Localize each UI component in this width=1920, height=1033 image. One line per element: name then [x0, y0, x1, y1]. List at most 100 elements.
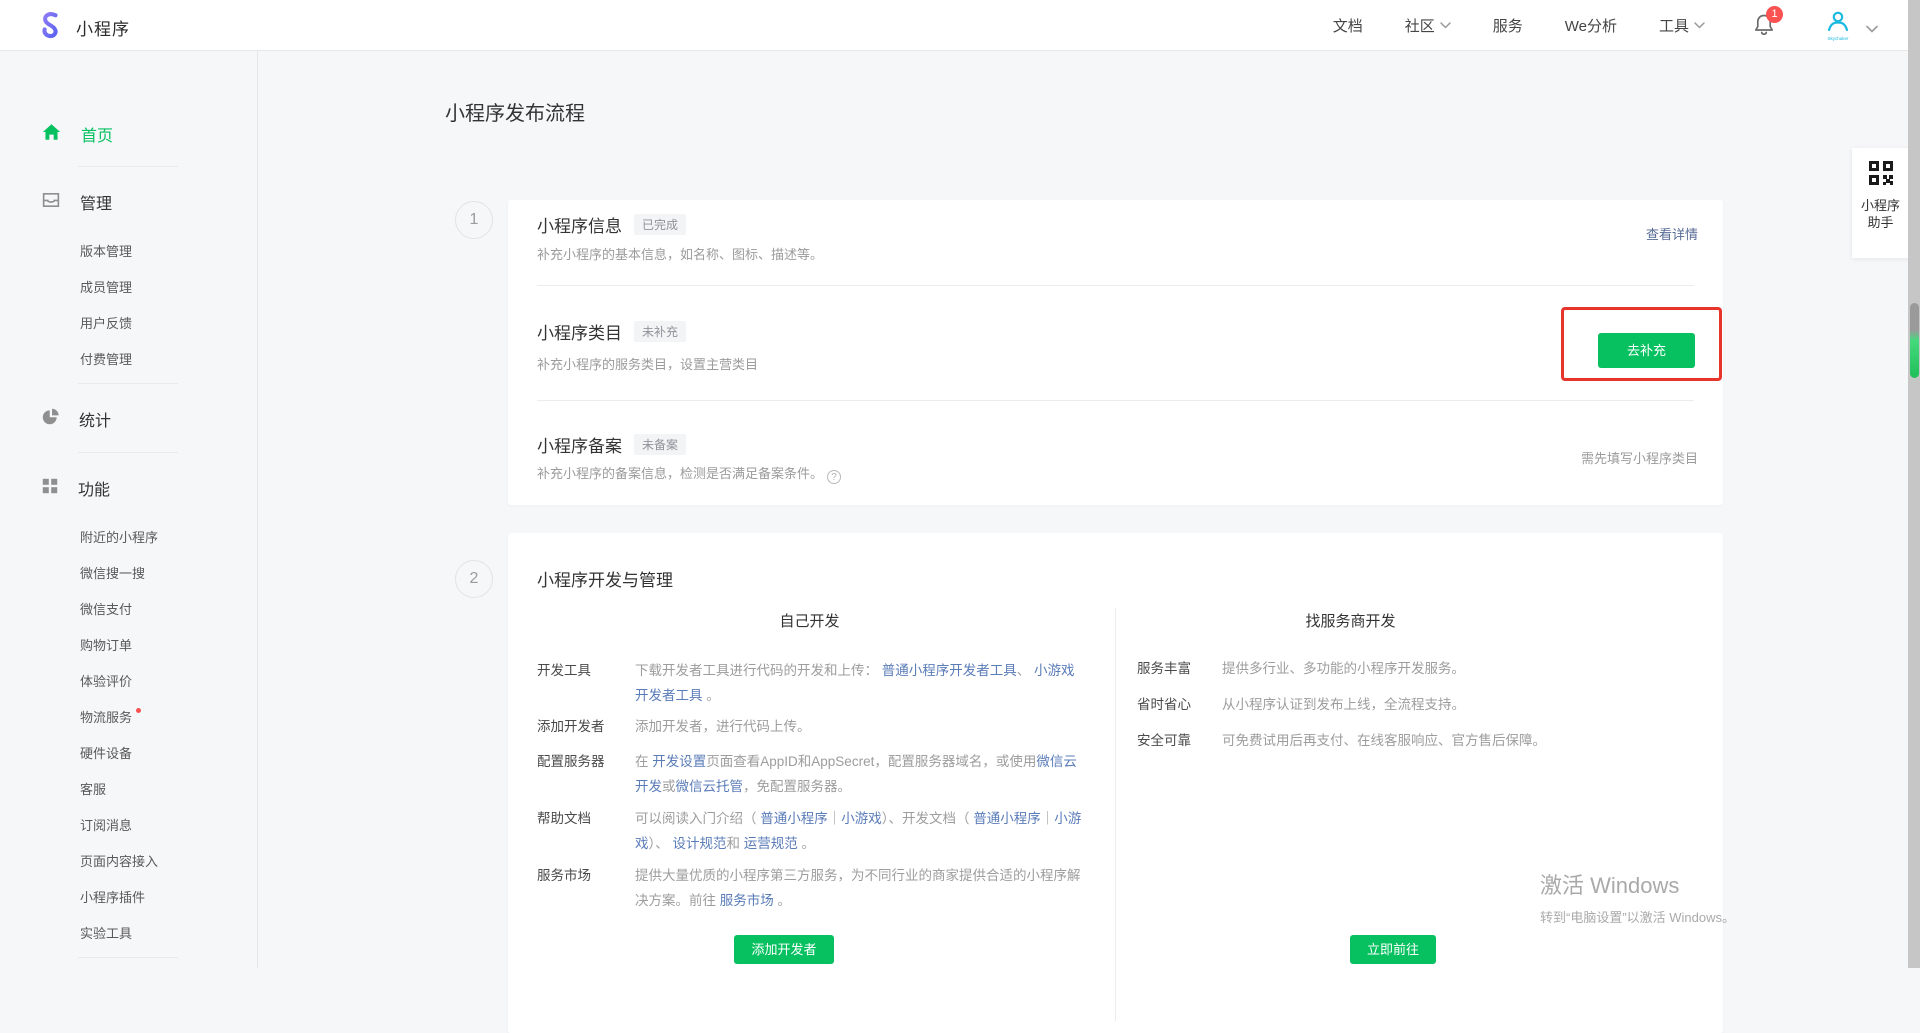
sidebar-item[interactable]: 版本管理 [80, 241, 257, 261]
sidebar-item[interactable]: 购物订单 [80, 635, 257, 655]
sidebar-section-label: 统计 [79, 407, 111, 431]
column-header: 自己开发 [537, 610, 1082, 632]
inline-link[interactable]: 设计规范 [673, 836, 727, 851]
nav-item[interactable]: 文档 [1333, 15, 1363, 36]
column-find-provider: 找服务商开发服务丰富提供多行业、多功能的小程序开发服务。省时省心从小程序认证到发… [1137, 610, 1694, 753]
sidebar-section-header[interactable]: 功能 [42, 475, 257, 501]
supplement-category-button[interactable]: 去补充 [1598, 333, 1695, 368]
sidebar-item[interactable]: 订阅消息 [80, 815, 257, 835]
dev-row-label: 安全可靠 [1137, 728, 1222, 753]
row-title: 小程序类目未补充 [537, 319, 686, 344]
sidebar-section-header[interactable]: 管理 [42, 189, 257, 215]
dev-row: 省时省心从小程序认证到发布上线，全流程支持。 [1137, 692, 1694, 717]
text-segment: ，免配置服务器。 [743, 779, 851, 794]
assistant-label-line2: 助手 [1852, 214, 1909, 231]
step-1-indicator: 1 [455, 201, 493, 239]
sidebar-item[interactable]: 实验工具 [80, 923, 257, 943]
go-now-button[interactable]: 立即前往 [1350, 935, 1436, 964]
dev-row-desc: 可以阅读入门介绍（ 普通小程序｜小游戏）、开发文档（ 普通小程序｜小游戏）、 设… [635, 806, 1082, 856]
text-segment: ｜ [828, 811, 842, 826]
text-segment: 下载开发者工具进行代码的开发和上传： [635, 663, 882, 678]
text-segment: 或 [662, 779, 676, 794]
nav-item[interactable]: 服务 [1493, 15, 1523, 36]
nav-item-label: 社区 [1405, 15, 1435, 36]
sidebar-item-home[interactable]: 首页 [42, 122, 257, 146]
sidebar-section-header[interactable]: 统计 [42, 406, 257, 432]
nav-item-label: We分析 [1565, 15, 1617, 36]
inline-link[interactable]: 开发设置 [652, 754, 706, 769]
miniprogram-info-row: 小程序信息已完成 补充小程序的基本信息，如名称、图标、描述等。 查看详情 [537, 200, 1698, 285]
sidebar-item[interactable]: 硬件设备 [80, 743, 257, 763]
avatar[interactable]: Skychaker [1822, 9, 1854, 41]
sidebar-item[interactable]: 体验评价 [80, 671, 257, 691]
status-badge: 未补充 [634, 321, 686, 342]
sidebar-item[interactable]: 页面内容接入 [80, 851, 257, 871]
miniprogram-logo-icon [36, 9, 66, 46]
inline-link[interactable]: 普通小程序 [973, 811, 1041, 826]
add-developer-button[interactable]: 添加开发者 [734, 935, 834, 964]
status-badge: 已完成 [634, 214, 686, 235]
inline-link[interactable]: 普通小程序开发者工具 [882, 663, 1017, 678]
dev-row-label: 添加开发者 [537, 714, 635, 739]
text-segment: 。 [774, 893, 791, 908]
sidebar-item[interactable]: 物流服务 [80, 707, 257, 727]
text-segment: 在 [635, 754, 652, 769]
publish-info-card: 小程序信息已完成 补充小程序的基本信息，如名称、图标、描述等。 查看详情 小程序… [508, 200, 1723, 505]
icp-description-text: 补充小程序的备案信息，检测是否满足备案条件。 [537, 466, 823, 481]
miniprogram-info-title: 小程序信息 [537, 217, 622, 236]
sidebar-item[interactable]: 用户反馈 [80, 313, 257, 333]
row-title: 小程序信息已完成 [537, 212, 686, 237]
dev-row-desc: 可免费试用后再支付、在线客服响应、官方售后保障。 [1222, 728, 1694, 753]
inline-link[interactable]: 运营规范 [744, 836, 798, 851]
app-title: 小程序 [76, 15, 130, 40]
sidebar-item[interactable]: 微信支付 [80, 599, 257, 619]
inline-link[interactable]: 微信云托管 [676, 779, 744, 794]
inline-link[interactable]: 服务市场 [720, 893, 774, 908]
page-title: 小程序发布流程 [445, 97, 585, 126]
sidebar-item[interactable]: 附近的小程序 [80, 527, 257, 547]
nav-item[interactable]: We分析 [1565, 15, 1617, 36]
text-segment: 和 [727, 836, 744, 851]
text-segment: 可以阅读入门介绍（ [635, 811, 760, 826]
nav-item-label: 工具 [1659, 15, 1689, 36]
text-segment: 、 [1017, 663, 1034, 678]
dev-row-desc: 提供大量优质的小程序第三方服务，为不同行业的商家提供合适的小程序解决方案。前往 … [635, 863, 1082, 913]
help-icon[interactable]: ? [827, 470, 841, 484]
avatar-image [1822, 10, 1854, 37]
inbox-icon [42, 192, 60, 213]
grid-icon [42, 478, 58, 499]
notification-badge: 1 [1766, 6, 1783, 23]
column-divider [1115, 608, 1116, 1021]
inline-link[interactable]: 普通小程序 [760, 811, 828, 826]
sidebar-item[interactable]: 小程序插件 [80, 887, 257, 907]
dev-row-desc: 从小程序认证到发布上线，全流程支持。 [1222, 692, 1694, 717]
text-segment: ｜ [1041, 811, 1055, 826]
text-segment: 提供大量优质的小程序第三方服务，为不同行业的商家提供合适的小程序解决方案。前往 [635, 868, 1081, 908]
miniprogram-assistant-widget[interactable]: 小程序 助手 [1852, 148, 1909, 258]
sidebar: 首页管理版本管理成员管理用户反馈付费管理统计功能附近的小程序微信搜一搜微信支付购… [0, 51, 258, 968]
nav-item[interactable]: 社区 [1405, 15, 1451, 36]
view-details-link[interactable]: 查看详情 [1646, 224, 1698, 243]
text-segment: ）、开发文档（ [882, 811, 974, 826]
divider [78, 166, 178, 167]
inline-link[interactable]: 小游戏 [841, 811, 882, 826]
assistant-label: 小程序 助手 [1852, 197, 1909, 231]
divider [78, 957, 178, 958]
assistant-label-line1: 小程序 [1852, 197, 1909, 214]
text-segment: 提供多行业、多功能的小程序开发服务。 [1222, 661, 1465, 676]
account-chevron-down-icon[interactable] [1866, 20, 1878, 38]
scrollbar-thumb[interactable] [1910, 303, 1919, 378]
nav-item[interactable]: 工具 [1659, 15, 1705, 36]
sidebar-item[interactable]: 成员管理 [80, 277, 257, 297]
column-self-develop: 自己开发开发工具下载开发者工具进行代码的开发和上传： 普通小程序开发者工具、 小… [537, 610, 1082, 913]
sidebar-item[interactable]: 微信搜一搜 [80, 563, 257, 583]
nav-item-label: 服务 [1493, 15, 1523, 36]
notification-bell-button[interactable]: 1 [1752, 12, 1782, 40]
dev-row-label: 服务丰富 [1137, 656, 1222, 681]
app-logo[interactable]: 小程序 [36, 9, 130, 46]
chevron-down-icon [1440, 22, 1451, 29]
sidebar-item[interactable]: 付费管理 [80, 349, 257, 369]
text-segment: 可免费试用后再支付、在线客服响应、官方售后保障。 [1222, 733, 1546, 748]
sidebar-item[interactable]: 客服 [80, 779, 257, 799]
scrollbar-track[interactable] [1908, 0, 1920, 968]
